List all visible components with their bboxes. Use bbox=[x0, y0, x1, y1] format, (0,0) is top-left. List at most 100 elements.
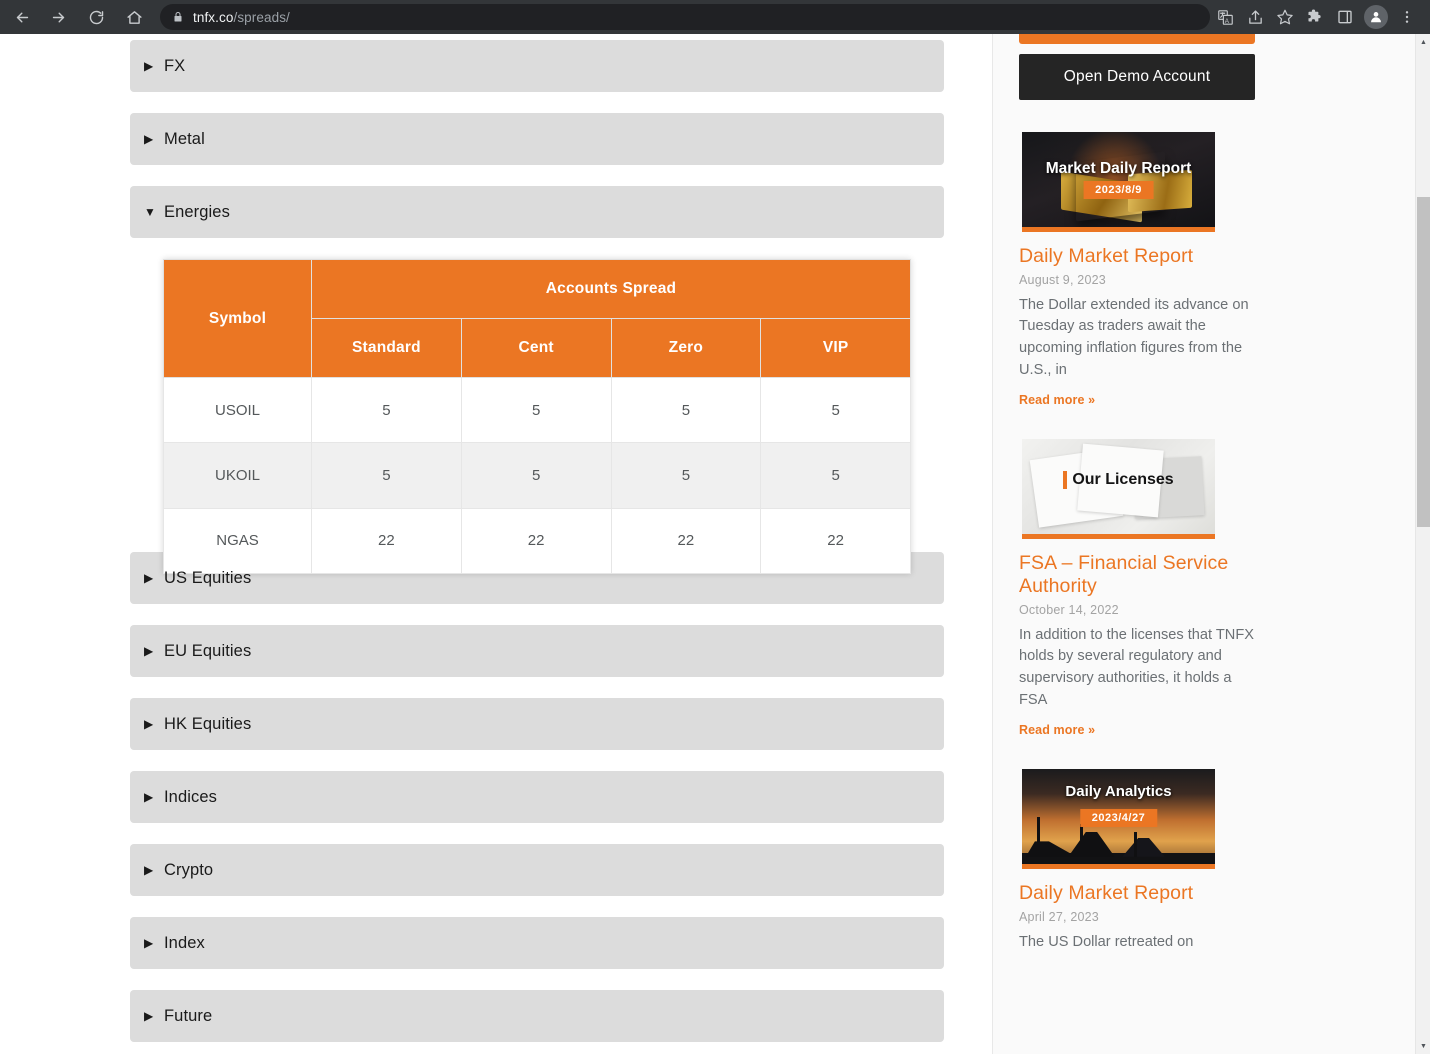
post-thumbnail-market-daily-report[interactable]: Market Daily Report 2023/8/9 bbox=[1022, 132, 1215, 232]
accordion-label: HK Equities bbox=[164, 714, 252, 733]
accordion-item-future[interactable]: ▶ Future bbox=[130, 990, 944, 1042]
cell-vip: 22 bbox=[760, 507, 911, 575]
thumbnail-title: Our Licenses bbox=[1022, 471, 1215, 489]
column-header-zero: Zero bbox=[610, 318, 762, 378]
chevron-right-icon: ▶ bbox=[144, 132, 154, 146]
accordion-item-eu-equities[interactable]: ▶ EU Equities bbox=[130, 625, 944, 677]
symbol-column-header: Symbol bbox=[163, 259, 312, 378]
share-icon[interactable] bbox=[1240, 3, 1270, 31]
oil-rig-icon bbox=[1079, 824, 1083, 857]
cell-vip: 5 bbox=[760, 442, 911, 509]
chevron-right-icon: ▶ bbox=[144, 1009, 154, 1023]
accordion-label: Energies bbox=[164, 202, 230, 221]
table-row: NGAS 22 22 22 22 bbox=[163, 507, 911, 575]
thumbnail-title: Daily Analytics bbox=[1065, 783, 1172, 801]
forward-arrow-icon[interactable] bbox=[44, 3, 72, 31]
chrome-menu-icon[interactable] bbox=[1392, 3, 1422, 31]
oil-rig-icon bbox=[1122, 837, 1165, 857]
home-icon[interactable] bbox=[120, 3, 148, 31]
open-demo-account-button[interactable]: Open Demo Account bbox=[1019, 54, 1255, 100]
scroll-up-arrow-icon[interactable]: ▲ bbox=[1416, 34, 1430, 50]
post-title[interactable]: Daily Market Report bbox=[1019, 882, 1255, 905]
address-bar[interactable]: tnfx.co/spreads/ bbox=[160, 4, 1210, 30]
accordion-item-hk-equities[interactable]: ▶ HK Equities bbox=[130, 698, 944, 750]
accordion-label: EU Equities bbox=[164, 641, 252, 660]
reload-icon[interactable] bbox=[82, 3, 110, 31]
url-path: /spreads/ bbox=[233, 9, 290, 25]
accounts-spread-group-header: Accounts Spread bbox=[311, 259, 911, 319]
cell-cent: 22 bbox=[460, 507, 612, 575]
scroll-down-arrow-icon[interactable]: ▼ bbox=[1416, 1038, 1430, 1054]
accordion-group-bottom: ▶ US Equities ▶ EU Equities ▶ HK Equitie… bbox=[130, 552, 947, 1042]
post-thumbnail-daily-analytics[interactable]: Daily Analytics 2023/4/27 bbox=[1022, 769, 1215, 870]
accordion-group-top: ▶ FX ▶ Metal ▼ Energies bbox=[130, 40, 947, 238]
accordion-label: FX bbox=[164, 56, 186, 75]
cell-zero: 5 bbox=[610, 442, 762, 509]
thumbnail-date-badge: 2023/8/9 bbox=[1083, 181, 1154, 200]
scrollbar-thumb[interactable] bbox=[1417, 197, 1430, 527]
accordion-label: Metal bbox=[164, 129, 205, 148]
accordion-item-energies[interactable]: ▼ Energies bbox=[130, 186, 944, 238]
accordion-label: Indices bbox=[164, 787, 217, 806]
chevron-right-icon: ▶ bbox=[144, 863, 154, 877]
translate-icon[interactable]: A bbox=[1210, 3, 1240, 31]
post-title[interactable]: FSA – Financial Service Authority bbox=[1019, 552, 1255, 598]
chevron-right-icon: ▶ bbox=[144, 936, 154, 950]
accordion-item-indices[interactable]: ▶ Indices bbox=[130, 771, 944, 823]
page-scrollbar[interactable]: ▲ ▼ bbox=[1415, 34, 1430, 1054]
sidebar-inner: Open Demo Account Market Daily Report 20… bbox=[993, 34, 1415, 954]
table-body: USOIL 5 5 5 5 UKOIL 5 5 5 5 NGAS 22 22 2… bbox=[163, 376, 911, 575]
thumbnail-title: Market Daily Report bbox=[1045, 159, 1192, 177]
thumbnail-date-badge: 2023/4/27 bbox=[1079, 809, 1158, 828]
sidebar-post-card: Our Licenses FSA – Financial Service Aut… bbox=[1019, 439, 1255, 737]
cell-zero: 5 bbox=[610, 376, 762, 444]
open-live-account-button-partial[interactable] bbox=[1019, 34, 1255, 44]
post-date: August 9, 2023 bbox=[1019, 272, 1106, 287]
extensions-puzzle-icon[interactable] bbox=[1300, 3, 1330, 31]
spread-table: Symbol Accounts Spread Standard Cent Zer… bbox=[163, 259, 911, 575]
bookmark-star-icon[interactable] bbox=[1270, 3, 1300, 31]
post-excerpt: The US Dollar retreated on bbox=[1019, 934, 1194, 950]
cell-zero: 22 bbox=[610, 507, 762, 575]
cell-standard: 22 bbox=[311, 507, 462, 575]
main-content-column: ▶ FX ▶ Metal ▼ Energies Symbol Accounts … bbox=[0, 34, 993, 1054]
cell-cent: 5 bbox=[460, 376, 612, 444]
profile-avatar-icon[interactable] bbox=[1364, 5, 1388, 29]
side-panel-icon[interactable] bbox=[1330, 3, 1360, 31]
oil-rig-icon bbox=[1037, 816, 1041, 857]
page-content: ▶ FX ▶ Metal ▼ Energies Symbol Accounts … bbox=[0, 34, 1415, 1054]
cell-symbol: NGAS bbox=[163, 507, 312, 575]
post-date: October 14, 2022 bbox=[1019, 602, 1119, 617]
back-arrow-icon[interactable] bbox=[8, 3, 36, 31]
accordion-item-index[interactable]: ▶ Index bbox=[130, 917, 944, 969]
accordion-item-fx[interactable]: ▶ FX bbox=[130, 40, 944, 92]
post-thumbnail-our-licenses[interactable]: Our Licenses bbox=[1022, 439, 1215, 540]
url-host: tnfx.co bbox=[193, 9, 234, 25]
oil-rig-icon bbox=[1133, 831, 1137, 857]
post-excerpt: The Dollar extended its advance on Tuesd… bbox=[1019, 296, 1249, 378]
cell-standard: 5 bbox=[311, 376, 462, 444]
sidebar: Open Demo Account Market Daily Report 20… bbox=[993, 34, 1415, 1054]
chevron-right-icon: ▶ bbox=[144, 644, 154, 658]
accordion-label: Crypto bbox=[164, 860, 214, 879]
accordion-label: Future bbox=[164, 1006, 213, 1025]
sidebar-post-card: Market Daily Report 2023/8/9 Daily Marke… bbox=[1019, 132, 1255, 407]
cell-symbol: USOIL bbox=[163, 376, 312, 444]
svg-text:A: A bbox=[1224, 17, 1229, 24]
toolbar-actions: A bbox=[1210, 3, 1430, 31]
table-head: Symbol Accounts Spread Standard Cent Zer… bbox=[163, 259, 911, 378]
chevron-down-icon: ▼ bbox=[144, 205, 156, 219]
chevron-right-icon: ▶ bbox=[144, 59, 154, 73]
browser-toolbar: tnfx.co/spreads/ A bbox=[0, 0, 1430, 34]
cell-vip: 5 bbox=[760, 376, 911, 444]
column-header-vip: VIP bbox=[760, 318, 911, 378]
table-row: USOIL 5 5 5 5 bbox=[163, 376, 911, 444]
accordion-item-metal[interactable]: ▶ Metal bbox=[130, 113, 944, 165]
table-row: UKOIL 5 5 5 5 bbox=[163, 442, 911, 509]
accordion-item-crypto[interactable]: ▶ Crypto bbox=[130, 844, 944, 896]
page-viewport: ▶ FX ▶ Metal ▼ Energies Symbol Accounts … bbox=[0, 34, 1430, 1054]
post-date: April 27, 2023 bbox=[1019, 910, 1099, 924]
read-more-link[interactable]: Read more » bbox=[1019, 393, 1255, 407]
read-more-link[interactable]: Read more » bbox=[1019, 723, 1255, 737]
post-title[interactable]: Daily Market Report bbox=[1019, 245, 1255, 268]
